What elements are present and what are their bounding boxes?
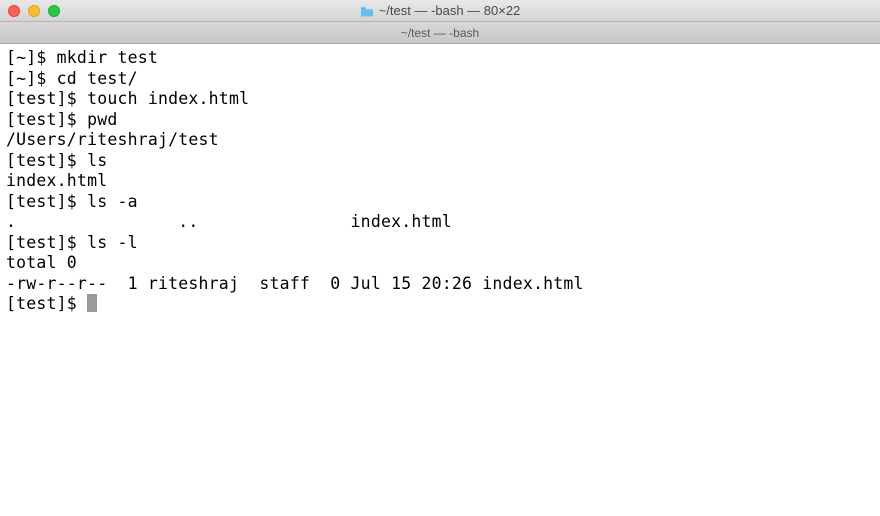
terminal-line: [test]$ ls -l [6, 233, 874, 254]
terminal-line: . .. index.html [6, 212, 874, 233]
terminal-line: index.html [6, 171, 874, 192]
traffic-lights [0, 5, 60, 17]
terminal-cursor [87, 294, 97, 312]
terminal-line: total 0 [6, 253, 874, 274]
terminal-line: /Users/riteshraj/test [6, 130, 874, 151]
tab-bar: ~/test — -bash [0, 22, 880, 44]
window-title-wrap: ~/test — -bash — 80×22 [0, 3, 880, 18]
window-title: ~/test — -bash — 80×22 [379, 3, 521, 18]
active-tab[interactable]: ~/test — -bash [401, 26, 479, 40]
close-button[interactable] [8, 5, 20, 17]
folder-icon [360, 5, 374, 16]
terminal-line: [~]$ cd test/ [6, 69, 874, 90]
terminal-content[interactable]: [~]$ mkdir test[~]$ cd test/[test]$ touc… [0, 44, 880, 319]
zoom-button[interactable] [48, 5, 60, 17]
terminal-line: [test]$ ls -a [6, 192, 874, 213]
terminal-line: [~]$ mkdir test [6, 48, 874, 69]
terminal-line: [test]$ [6, 294, 874, 315]
terminal-line: [test]$ touch index.html [6, 89, 874, 110]
terminal-line: [test]$ ls [6, 151, 874, 172]
window-titlebar: ~/test — -bash — 80×22 [0, 0, 880, 22]
minimize-button[interactable] [28, 5, 40, 17]
terminal-line: [test]$ pwd [6, 110, 874, 131]
terminal-line: -rw-r--r-- 1 riteshraj staff 0 Jul 15 20… [6, 274, 874, 295]
